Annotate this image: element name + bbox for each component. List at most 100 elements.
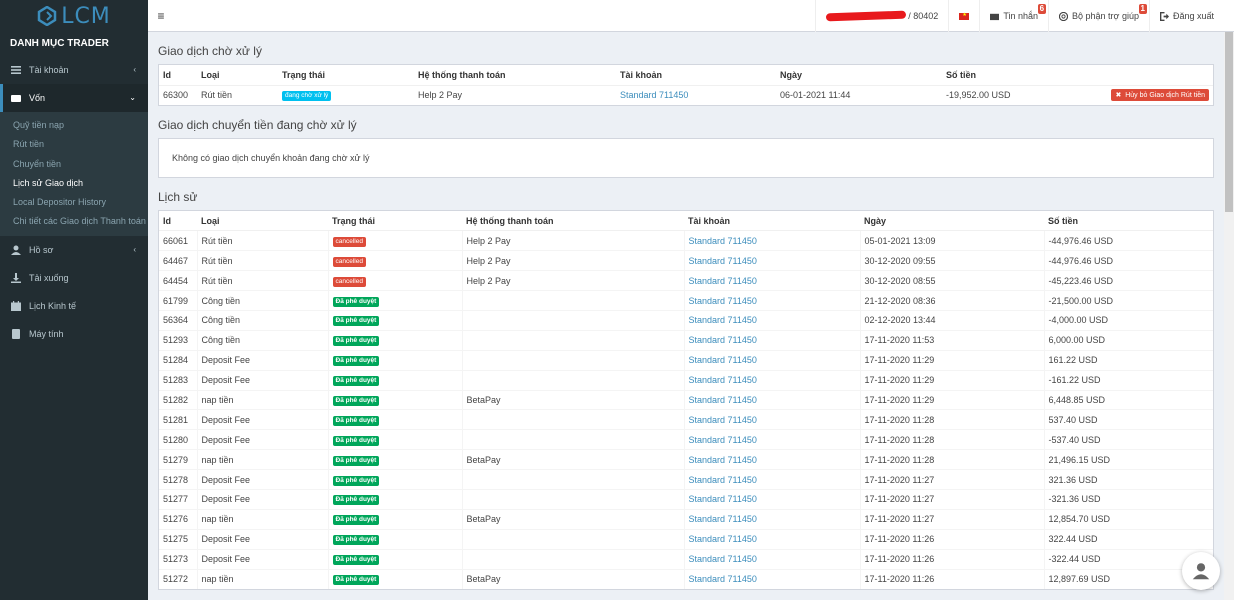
cell-system: Help 2 Pay: [461, 230, 684, 251]
logout-link[interactable]: Đăng xuất: [1148, 0, 1224, 32]
logo[interactable]: LCM: [0, 0, 148, 32]
cell-amount: 322.44 USD: [1043, 528, 1213, 550]
account-link[interactable]: Standard 711450: [689, 494, 757, 504]
language-selector[interactable]: [948, 0, 979, 32]
chat-widget-button[interactable]: [1182, 552, 1220, 590]
cell-status: Đã phê duyệt: [327, 329, 462, 351]
cell-amount: 6,000.00 USD: [1043, 329, 1213, 351]
cell-status: Đã phê duyệt: [327, 528, 462, 550]
account-link[interactable]: Standard 711450: [689, 534, 757, 544]
cell-status: cancelled: [327, 270, 462, 291]
table-row: 61799 Công tiền Đã phê duyệt Standard 71145…: [159, 290, 1213, 311]
cell-status: Đã phê duyệt: [327, 389, 462, 410]
table-row: 51272 nap tiền Đã phê duyệt BetaPay Standard…: [159, 568, 1213, 589]
account-link[interactable]: Standard 711450: [620, 90, 688, 100]
account-link[interactable]: Standard 711450: [689, 475, 757, 485]
sidebar-item-label: Tài khoản: [29, 65, 69, 75]
cell-type: Rút tiền: [196, 230, 328, 251]
account-selector[interactable]: / 80402: [815, 0, 948, 32]
menu-toggle-icon[interactable]: ≡: [148, 9, 174, 23]
account-link[interactable]: Standard 711450: [689, 315, 757, 325]
account-link[interactable]: Standard 711450: [689, 574, 757, 584]
cell-system: [461, 528, 684, 550]
cell-date: 21-12-2020 08:36: [859, 290, 1044, 311]
cell-date: 17-11-2020 11:27: [859, 508, 1044, 530]
sidebar-item-account[interactable]: Tài khoản ‹: [0, 56, 148, 84]
table-row: 51284 Deposit Fee Đã phê duyệt Standard 711…: [159, 349, 1213, 371]
cell-amount: 161.22 USD: [1043, 349, 1213, 371]
cell-account: Standard 711450: [683, 568, 860, 589]
cell-status: đang chờ xử lý: [278, 84, 414, 105]
cell-system: [461, 409, 684, 430]
sidebar-item-funds[interactable]: Vốn ⌄: [0, 84, 148, 112]
sidebar-item-calendar[interactable]: Lịch Kinh tế: [0, 292, 148, 320]
sidebar: LCM DANH MỤC TRADER Tài khoản ‹ Vốn ⌄ Qu…: [0, 0, 148, 600]
account-link[interactable]: Standard 711450: [689, 256, 757, 266]
col-header: Id: [159, 210, 197, 232]
cell-account: Standard 711450: [683, 290, 860, 311]
account-link[interactable]: Standard 711450: [689, 435, 757, 445]
cell-amount: -321.36 USD: [1043, 488, 1213, 510]
cell-amount: 6,448.85 USD: [1043, 389, 1213, 410]
status-badge: Đã phê duyệt: [332, 475, 380, 486]
status-badge: Đã phê duyệt: [332, 455, 380, 466]
submenu-item-history[interactable]: Lịch sử Giao dịch: [0, 174, 148, 193]
cell-type: Công tiền: [196, 290, 328, 311]
submenu-item-deposit[interactable]: Quỹ tiền nạp: [0, 116, 148, 135]
scrollbar-thumb[interactable]: [1225, 32, 1233, 212]
submenu-item-withdraw[interactable]: Rút tiền: [0, 135, 148, 154]
sidebar-item-calculator[interactable]: Máy tính: [0, 320, 148, 348]
account-link[interactable]: Standard 711450: [689, 375, 757, 385]
submenu-item-transfer[interactable]: Chuyển tiền: [0, 155, 148, 174]
cell-amount: -161.22 USD: [1043, 369, 1213, 391]
cancel-withdrawal-button[interactable]: ✖ Hủy bỏ Giao dịch Rút tiền: [1111, 89, 1209, 102]
sidebar-item-downloads[interactable]: Tải xuống: [0, 264, 148, 292]
redacted-account-name: [826, 10, 907, 22]
user-avatar-icon: [1192, 563, 1210, 580]
sidebar-item-label: Tải xuống: [29, 272, 69, 283]
account-link[interactable]: Standard 711450: [689, 415, 757, 425]
cell-status: Đã phê duyệt: [327, 568, 462, 589]
sidebar-item-profile[interactable]: Hồ sơ ‹: [0, 236, 148, 264]
table-row: 51273 Deposit Fee Đã phê duyệt Standard 711…: [159, 548, 1213, 570]
status-badge: Đã phê duyệt: [332, 415, 380, 426]
cell-type: Deposit Fee: [196, 488, 328, 510]
account-link[interactable]: Standard 711450: [689, 276, 757, 286]
col-header: Ngày: [860, 210, 1044, 232]
logout-icon: [1159, 11, 1169, 21]
cell-system: [461, 329, 684, 351]
account-link[interactable]: Standard 711450: [689, 514, 757, 524]
cell-id: 51279: [159, 449, 197, 470]
cell-type: Deposit Fee: [196, 369, 328, 391]
page-scrollbar[interactable]: [1224, 32, 1234, 600]
submenu-item-local-depositor[interactable]: Local Depositor History: [0, 193, 148, 212]
cell-type: nap tiền: [196, 508, 328, 530]
account-link[interactable]: Standard 711450: [689, 395, 757, 405]
cell-system: [461, 548, 684, 570]
cell-account: Standard 711450: [683, 329, 860, 351]
account-link[interactable]: Standard 711450: [689, 335, 757, 345]
sidebar-item-label: Lịch Kinh tế: [29, 300, 77, 311]
account-link[interactable]: Standard 711450: [689, 455, 757, 465]
cell-amount: -21,500.00 USD: [1043, 290, 1213, 311]
messages-link[interactable]: Tin nhắn 6: [979, 0, 1048, 32]
sidebar-header: DANH MỤC TRADER: [10, 38, 109, 49]
cell-system: BetaPay: [461, 568, 684, 589]
account-link[interactable]: Standard 711450: [689, 236, 757, 246]
cell-status: Đã phê duyệt: [327, 488, 462, 510]
support-link[interactable]: Bộ phận trợ giúp 1: [1048, 0, 1149, 32]
account-link[interactable]: Standard 711450: [689, 554, 757, 564]
cell-type: nap tiền: [196, 389, 328, 410]
history-table: Id Loại Trạng thái Hệ thống thanh toán T…: [159, 210, 1213, 589]
cell-date: 17-11-2020 11:29: [859, 349, 1044, 371]
table-row: 51277 Deposit Fee Đã phê duyệt Standard 711…: [159, 488, 1213, 510]
cell-date: 06-01-2021 11:44: [776, 84, 942, 105]
cell-amount: 12,854.70 USD: [1043, 508, 1213, 530]
status-badge: Đã phê duyệt: [332, 316, 380, 327]
status-badge: Đã phê duyệt: [332, 495, 380, 506]
submenu-item-payment-details[interactable]: Chi tiết các Giao dịch Thanh toán: [0, 212, 148, 231]
status-badge: Đã phê duyệt: [332, 336, 380, 347]
account-link[interactable]: Standard 711450: [689, 296, 757, 306]
cell-date: 30-12-2020 09:55: [859, 250, 1044, 271]
account-link[interactable]: Standard 711450: [689, 355, 757, 365]
